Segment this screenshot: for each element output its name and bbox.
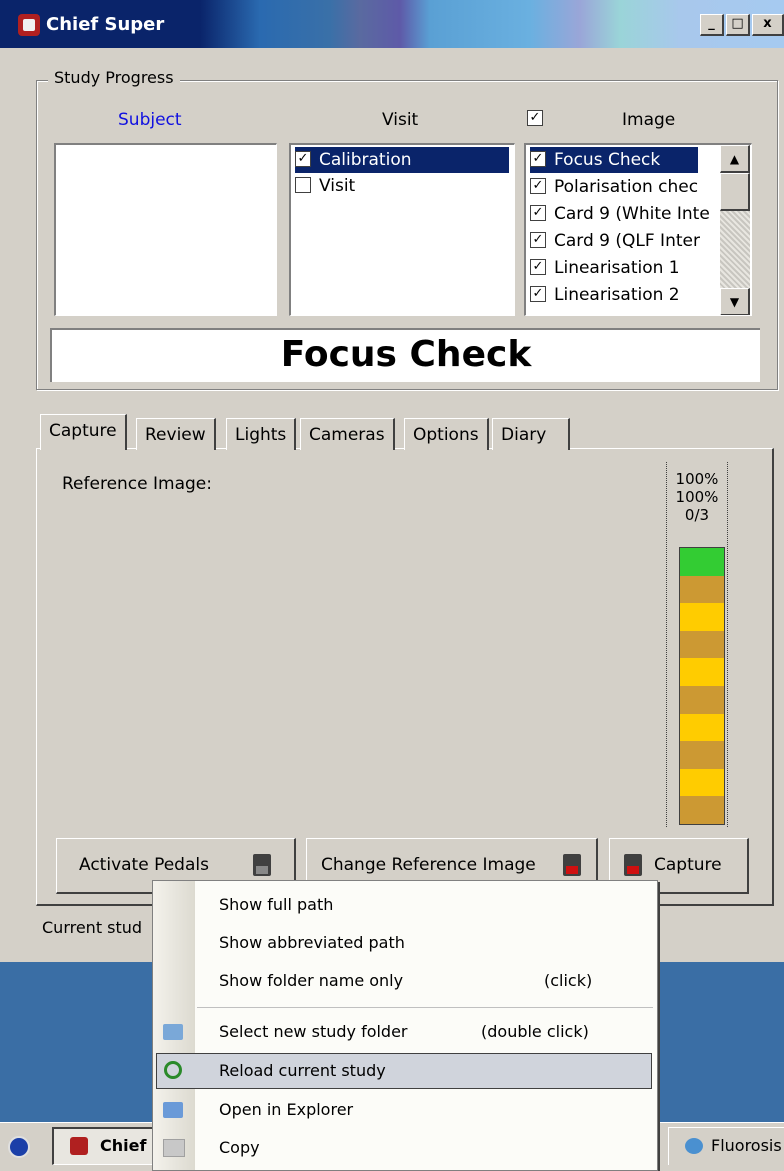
menu-item-select-new-study-folder[interactable]: Select new study folder: [219, 1013, 408, 1051]
list-item[interactable]: Visit: [295, 173, 355, 199]
image-label: Linearisation 2: [554, 285, 680, 305]
minimize-button[interactable]: _: [700, 14, 724, 36]
meter-segment: [680, 575, 724, 604]
check-icon[interactable]: ✓: [530, 232, 546, 248]
image-all-check-icon: ✓: [527, 109, 543, 126]
explorer-icon: [163, 1102, 183, 1118]
fluorosis-icon: [685, 1138, 703, 1154]
menu-item-copy[interactable]: Copy: [219, 1129, 260, 1167]
pedal-icon: [253, 854, 271, 876]
list-item[interactable]: ✓ Calibration: [295, 147, 509, 173]
check-icon[interactable]: ✓: [295, 151, 311, 167]
study-progress-legend: Study Progress: [48, 68, 180, 87]
capture-label: Capture: [654, 855, 722, 875]
taskbar-chief-button[interactable]: Chief: [52, 1127, 162, 1165]
visit-list[interactable]: ✓ Calibration Visit: [289, 143, 515, 316]
menu-item-open-in-explorer[interactable]: Open in Explorer: [219, 1091, 353, 1129]
menu-item-reload-current-study[interactable]: Reload current study: [219, 1052, 386, 1090]
change-reference-label: Change Reference Image: [321, 855, 536, 875]
check-icon[interactable]: [295, 177, 311, 193]
list-item[interactable]: ✓ Card 9 (QLF Inter: [530, 228, 700, 254]
current-study-label: Current stud: [42, 918, 143, 937]
meter-segment: [680, 686, 724, 714]
meter-value-1: 100%: [675, 470, 719, 488]
image-label: Linearisation 1: [554, 258, 680, 278]
menu-item-show-abbreviated-path[interactable]: Show abbreviated path: [219, 924, 405, 962]
list-item[interactable]: ✓ Focus Check: [530, 147, 698, 173]
taskbar-chief-label: Chief: [100, 1136, 147, 1155]
meter-segment: [680, 630, 724, 659]
folder-icon: [163, 1024, 183, 1040]
scroll-thumb[interactable]: [720, 173, 750, 211]
meter-segment: [680, 603, 724, 631]
activate-pedals-label: Activate Pedals: [79, 855, 209, 875]
pedal-icon: [624, 854, 642, 876]
subject-header: Subject: [118, 110, 182, 130]
meter-segment: [680, 768, 724, 797]
image-label: Focus Check: [554, 150, 661, 170]
check-icon[interactable]: ✓: [530, 151, 546, 167]
menu-item-show-full-path[interactable]: Show full path: [219, 886, 333, 924]
media-player-icon[interactable]: [8, 1136, 30, 1158]
context-menu: Show full path Show abbreviated path Sho…: [152, 880, 658, 1171]
menu-hint-double-click: (double click): [481, 1022, 589, 1041]
meter-segment: [680, 741, 724, 769]
meter-value-2: 100%: [675, 488, 719, 506]
visit-label: Calibration: [319, 150, 412, 170]
list-item[interactable]: ✓ Card 9 (White Inte: [530, 201, 710, 227]
tab-review[interactable]: Review: [136, 418, 216, 450]
check-icon[interactable]: ✓: [530, 178, 546, 194]
check-icon[interactable]: ✓: [530, 259, 546, 275]
image-label: Polarisation chec: [554, 177, 699, 197]
meter-count: 0/3: [684, 506, 710, 524]
capture-meter: 100% 100% 0/3: [666, 462, 728, 827]
close-button[interactable]: x: [752, 14, 784, 36]
menu-hint-click: (click): [544, 971, 593, 990]
tab-options[interactable]: Options: [404, 418, 489, 450]
check-icon[interactable]: ✓: [530, 205, 546, 221]
tab-diary[interactable]: Diary: [492, 418, 570, 450]
image-list[interactable]: ✓ Focus Check ✓ Polarisation chec ✓ Card 9 …: [524, 143, 752, 316]
tab-cameras[interactable]: Cameras: [300, 418, 395, 450]
window-title: Chief Super: [46, 14, 165, 35]
meter-segment: [680, 658, 724, 686]
check-icon[interactable]: ✓: [530, 286, 546, 302]
meter-bar: [679, 547, 725, 825]
list-item[interactable]: ✓ Linearisation 2: [530, 282, 680, 308]
pedal-icon: [563, 854, 581, 876]
image-label: Card 9 (QLF Inter: [554, 231, 700, 251]
image-all-checkbox[interactable]: ✓: [527, 108, 551, 127]
taskbar-fluorosis-button[interactable]: Fluorosis: [668, 1127, 784, 1165]
image-header: Image: [622, 110, 676, 130]
menu-item-show-folder-name-only[interactable]: Show folder name only: [219, 962, 403, 1000]
reference-image-label: Reference Image:: [62, 474, 212, 494]
menu-separator: [197, 1007, 653, 1008]
scroll-up-icon[interactable]: ▲: [720, 145, 750, 173]
app-icon: [70, 1137, 88, 1155]
copy-icon: [163, 1139, 185, 1157]
image-label: Card 9 (White Inte: [554, 204, 710, 224]
meter-segment: [680, 713, 724, 742]
maximize-button[interactable]: □: [726, 14, 750, 36]
meter-segment: [680, 548, 724, 576]
list-item[interactable]: ✓ Polarisation chec: [530, 174, 698, 200]
app-icon[interactable]: [18, 14, 40, 36]
current-image-banner: Focus Check: [50, 328, 760, 382]
visit-label: Visit: [319, 176, 356, 196]
visit-header: Visit: [382, 110, 419, 130]
scroll-down-icon[interactable]: ▼: [720, 288, 750, 315]
taskbar-fluorosis-label: Fluorosis: [711, 1136, 782, 1155]
list-item[interactable]: ✓ Linearisation 1: [530, 255, 680, 281]
reload-icon: [164, 1061, 182, 1079]
subject-list[interactable]: [54, 143, 277, 316]
meter-segment: [680, 796, 724, 824]
tab-lights[interactable]: Lights: [226, 418, 297, 450]
tab-capture[interactable]: Capture: [40, 414, 127, 450]
